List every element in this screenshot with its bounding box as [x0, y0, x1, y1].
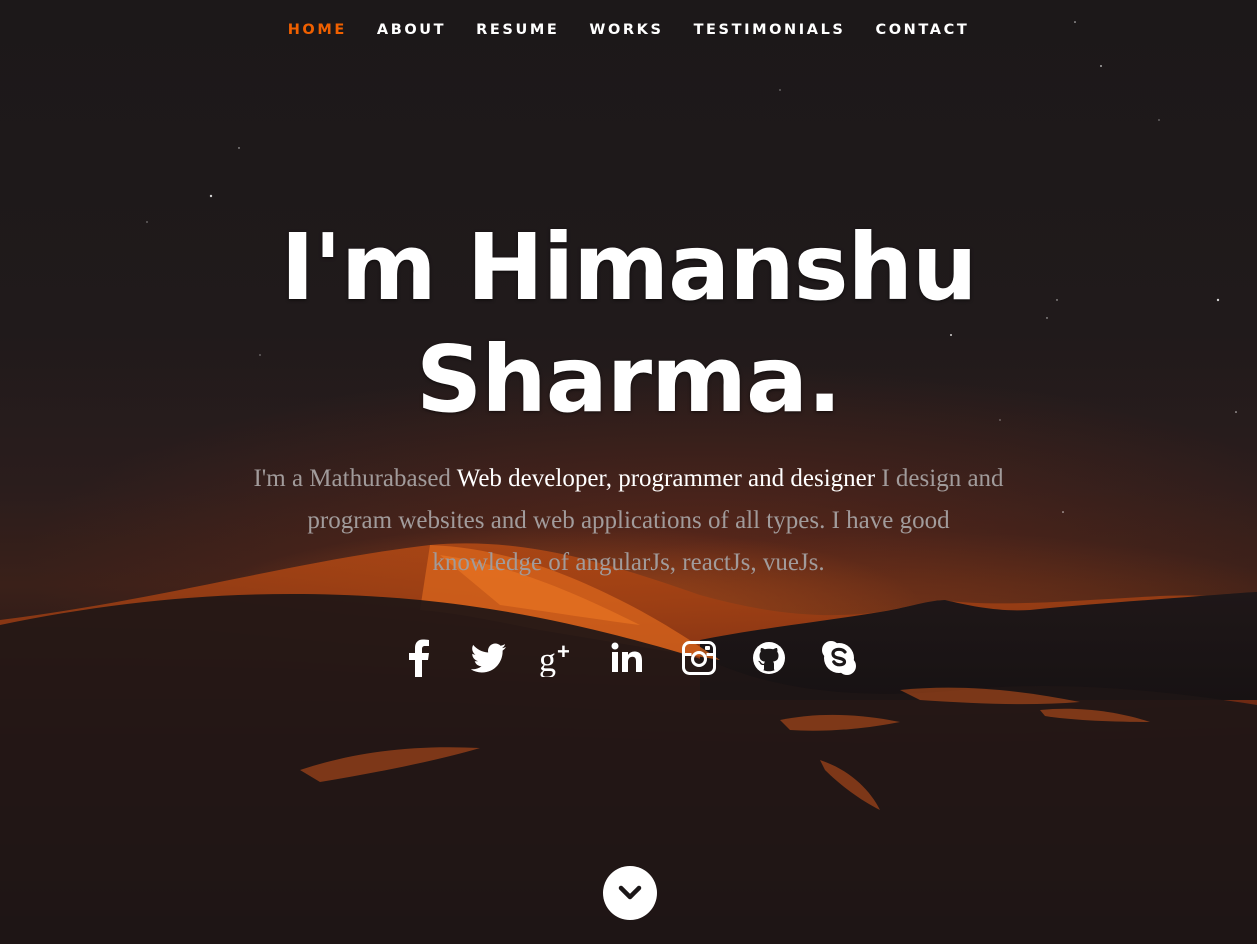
- linkedin-icon: [611, 642, 642, 672]
- hero-headline: I'm Himanshu Sharma.: [0, 212, 1257, 436]
- chevron-down-icon: [618, 885, 642, 900]
- github-icon: [752, 641, 785, 674]
- svg-text:+: +: [557, 639, 570, 664]
- hero-intro-text: I'm a Mathurabased Web developer, progra…: [253, 458, 1004, 584]
- nav-testimonials-link[interactable]: TESTIMONIALS: [679, 0, 861, 60]
- svg-text:g: g: [539, 642, 556, 677]
- main-navigation: HOME ABOUT RESUME WORKS TESTIMONIALS CON…: [0, 0, 1257, 60]
- skype-icon: [821, 640, 856, 675]
- nav-about-link[interactable]: ABOUT: [362, 0, 461, 60]
- twitter-icon: [470, 643, 506, 672]
- skype-link[interactable]: [817, 636, 860, 679]
- nav-works-link[interactable]: WORKS: [574, 0, 678, 60]
- nav-resume-link[interactable]: RESUME: [461, 0, 574, 60]
- headline-line-1: I'm Himanshu: [280, 214, 977, 321]
- twitter-link[interactable]: [467, 636, 510, 679]
- instagram-icon: [681, 640, 716, 675]
- instagram-link[interactable]: [677, 636, 720, 679]
- google-plus-link[interactable]: g +: [537, 636, 580, 679]
- social-links: g +: [0, 636, 1257, 679]
- github-link[interactable]: [747, 636, 790, 679]
- nav-contact-link[interactable]: CONTACT: [860, 0, 984, 60]
- nav-home-link[interactable]: HOME: [273, 0, 362, 60]
- linkedin-link[interactable]: [607, 636, 650, 679]
- hero-section: HOME ABOUT RESUME WORKS TESTIMONIALS CON…: [0, 0, 1257, 944]
- facebook-icon: [408, 639, 429, 677]
- google-plus-icon: g +: [539, 639, 570, 677]
- facebook-link[interactable]: [397, 636, 440, 679]
- intro-text-start: I'm a Mathurabased: [253, 465, 457, 492]
- headline-line-2: Sharma.: [415, 326, 842, 433]
- intro-highlight-role: Web developer, programmer and designer: [456, 465, 876, 492]
- scroll-down-button[interactable]: [603, 866, 657, 920]
